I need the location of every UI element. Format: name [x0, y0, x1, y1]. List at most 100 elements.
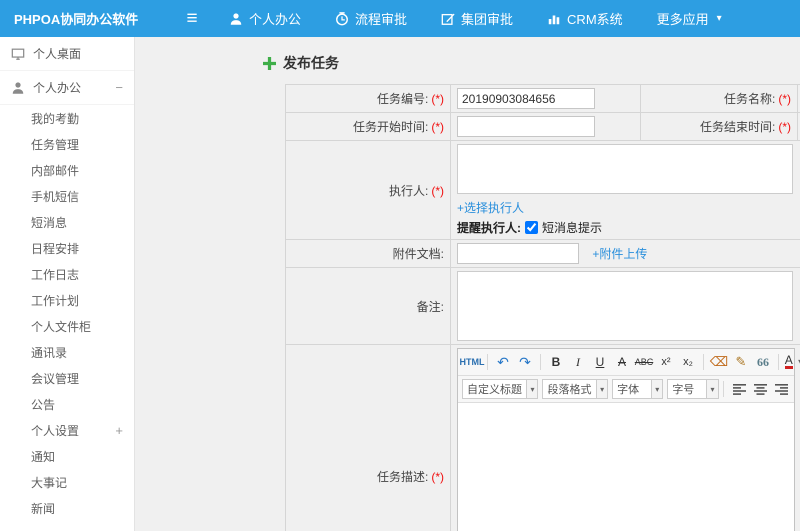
editor-size-select[interactable]: 字号 ▾	[667, 379, 719, 399]
top-nav: 个人办公 流程审批 集团审批 CRM系统 更多应用 ▾	[212, 0, 739, 37]
editor-font-select[interactable]: 字体 ▾	[612, 379, 664, 399]
sidebar-item-label: 大事记	[31, 475, 68, 490]
end-time-label: 任务结束时间: (*)	[640, 112, 798, 141]
chevron-down-icon: ▾	[596, 380, 608, 398]
editor-align-left-button[interactable]	[731, 380, 748, 399]
editor-underline-button[interactable]: U	[590, 352, 610, 372]
editor-superscript-button[interactable]: x²	[656, 352, 676, 372]
sidebar-item-events[interactable]: 大事记	[0, 469, 134, 495]
sidebar-item-schedule[interactable]: 日程安排	[0, 235, 134, 261]
select-value: 字号	[672, 384, 695, 396]
sidebar-item-label: 个人文件柜	[31, 319, 92, 334]
sidebar-item-label: 会议管理	[31, 371, 80, 386]
sidebar-item-contacts[interactable]: 通讯录	[0, 339, 134, 365]
editor-subscript-button[interactable]: x₂	[678, 352, 698, 372]
menu-toggle-icon[interactable]: ≡	[172, 8, 212, 30]
task-description-label: 任务描述: (*)	[285, 344, 451, 531]
executor-textarea[interactable]	[457, 144, 793, 194]
editor-italic-button[interactable]: I	[568, 352, 588, 372]
select-value: 段落格式	[547, 384, 592, 396]
rich-text-editor: HTML ↶ ↷ B I U A ABC x² x₂ ⌫ ✎ 66 A 自定义标…	[457, 348, 800, 531]
sidebar-item-label: 工作日志	[31, 267, 80, 282]
collapse-icon[interactable]: −	[115, 80, 123, 95]
editor-toolbar-row2: 自定义标题 ▾ 段落格式 ▾ 字体 ▾ 字号 ▾	[458, 376, 794, 403]
remark-textarea[interactable]	[457, 271, 793, 341]
select-executor-link[interactable]: +选择执行人	[457, 201, 524, 215]
table-row: 任务开始时间: (*) 任务结束时间: (*)	[285, 112, 800, 141]
sidebar-item-label: 日程安排	[31, 241, 80, 256]
nav-crm-system[interactable]: CRM系统	[530, 0, 640, 37]
editor-align-right-button[interactable]	[773, 380, 790, 399]
toolbar-separator	[778, 354, 779, 370]
start-time-input[interactable]	[457, 116, 595, 137]
editor-strikethrough-button[interactable]: A	[612, 352, 632, 372]
editor-abc-strike-button[interactable]: ABC	[634, 352, 654, 372]
editor-font-color-button[interactable]: A ▾	[784, 352, 800, 372]
sidebar-item-task-management[interactable]: 任务管理	[0, 131, 134, 157]
editor-bold-button[interactable]: B	[546, 352, 566, 372]
editor-format-brush-button[interactable]: ✎	[731, 352, 751, 372]
sidebar-item-label: 公告	[31, 397, 56, 412]
attachment-input[interactable]	[457, 243, 579, 264]
required-mark: (*)	[431, 92, 444, 106]
editor-html-button[interactable]: HTML	[460, 352, 485, 372]
person-icon	[230, 12, 242, 25]
editor-format-select[interactable]: 段落格式 ▾	[542, 379, 609, 399]
sidebar-item-meeting-management[interactable]: 会议管理	[0, 365, 134, 391]
task-number-label: 任务编号: (*)	[285, 84, 451, 113]
table-row: 附件文档: +附件上传	[285, 239, 800, 268]
required-mark: (*)	[431, 183, 444, 198]
editor-remove-format-button[interactable]: ⌫	[709, 352, 729, 372]
sidebar-item-announcement[interactable]: 公告	[0, 391, 134, 417]
toolbar-separator	[722, 381, 724, 397]
toolbar-separator	[703, 354, 704, 370]
top-header: PHPOA协同办公软件 ≡ 个人办公 流程审批 集团审批 CRM系统 更多应用 …	[0, 0, 800, 37]
publish-task-form: 任务编号:(*) 任务名称:(*) 任务开始时间:(*) 任务结束时间:(*) …	[285, 84, 800, 531]
nav-process-approval[interactable]: 流程审批	[318, 0, 424, 37]
task-name-label: 任务名称: (*)	[640, 84, 798, 113]
sidebar-item-mobile-sms[interactable]: 手机短信	[0, 183, 134, 209]
sidebar-item-short-message[interactable]: 短消息	[0, 209, 134, 235]
attachment-upload-link[interactable]: +附件上传	[592, 247, 647, 261]
sidebar-item-internal-mail[interactable]: 内部邮件	[0, 157, 134, 183]
nav-more-apps[interactable]: 更多应用 ▾	[640, 0, 739, 37]
sidebar-item-attendance[interactable]: 我的考勤	[0, 105, 134, 131]
sidebar-item-label: 任务管理	[31, 137, 80, 152]
task-number-input[interactable]	[457, 88, 595, 109]
table-row: 执行人: (*) +选择执行人 提醒执行人: 短消息提示	[285, 140, 800, 240]
editor-undo-button[interactable]: ↶	[493, 352, 513, 372]
sidebar-item-news[interactable]: 新闻	[0, 495, 134, 521]
sidebar-item-label: 新闻	[31, 501, 56, 516]
sidebar: 个人桌面 个人办公 − 我的考勤 任务管理 内部邮件 手机短信 短消息 日程安排…	[0, 37, 135, 531]
sidebar-item-file-cabinet[interactable]: 个人文件柜	[0, 313, 134, 339]
person-icon	[12, 81, 24, 94]
app-logo[interactable]: PHPOA协同办公软件	[0, 9, 160, 28]
align-center-icon	[753, 383, 767, 395]
bar-chart-icon	[548, 15, 560, 24]
sidebar-item-personal-settings[interactable]: 个人设置 +	[0, 417, 134, 443]
sms-remind-checkbox[interactable]	[525, 221, 538, 234]
table-row: 任务描述: (*) HTML ↶ ↷ B I U A ABC x² x₂ ⌫ ✎…	[285, 344, 800, 531]
required-mark: (*)	[431, 469, 444, 484]
editor-align-center-button[interactable]	[752, 380, 769, 399]
nav-group-approval[interactable]: 集团审批	[424, 0, 530, 37]
sidebar-item-label: 通讯录	[31, 345, 68, 360]
sidebar-item-work-plan[interactable]: 工作计划	[0, 287, 134, 313]
sidebar-item-label: 个人桌面	[33, 47, 82, 61]
required-mark: (*)	[431, 120, 444, 134]
sidebar-item-notice[interactable]: 通知	[0, 443, 134, 469]
expand-icon[interactable]: +	[115, 423, 134, 438]
select-value: 自定义标题	[467, 384, 522, 396]
chevron-down-icon: ▾	[706, 380, 718, 398]
nav-personal-office[interactable]: 个人办公	[212, 0, 318, 37]
toolbar-separator	[540, 354, 541, 370]
sidebar-item-work-log[interactable]: 工作日志	[0, 261, 134, 287]
editor-blockquote-button[interactable]: 66	[753, 352, 773, 372]
editor-style-select[interactable]: 自定义标题 ▾	[462, 379, 539, 399]
sidebar-item-desktop[interactable]: 个人桌面	[0, 37, 134, 71]
sidebar-section-personal-office[interactable]: 个人办公 −	[0, 71, 134, 105]
sidebar-section-label: 个人办公	[33, 81, 82, 95]
chevron-down-icon: ▾	[526, 380, 538, 398]
editor-content-area[interactable]	[458, 403, 794, 531]
editor-redo-button[interactable]: ↷	[515, 352, 535, 372]
